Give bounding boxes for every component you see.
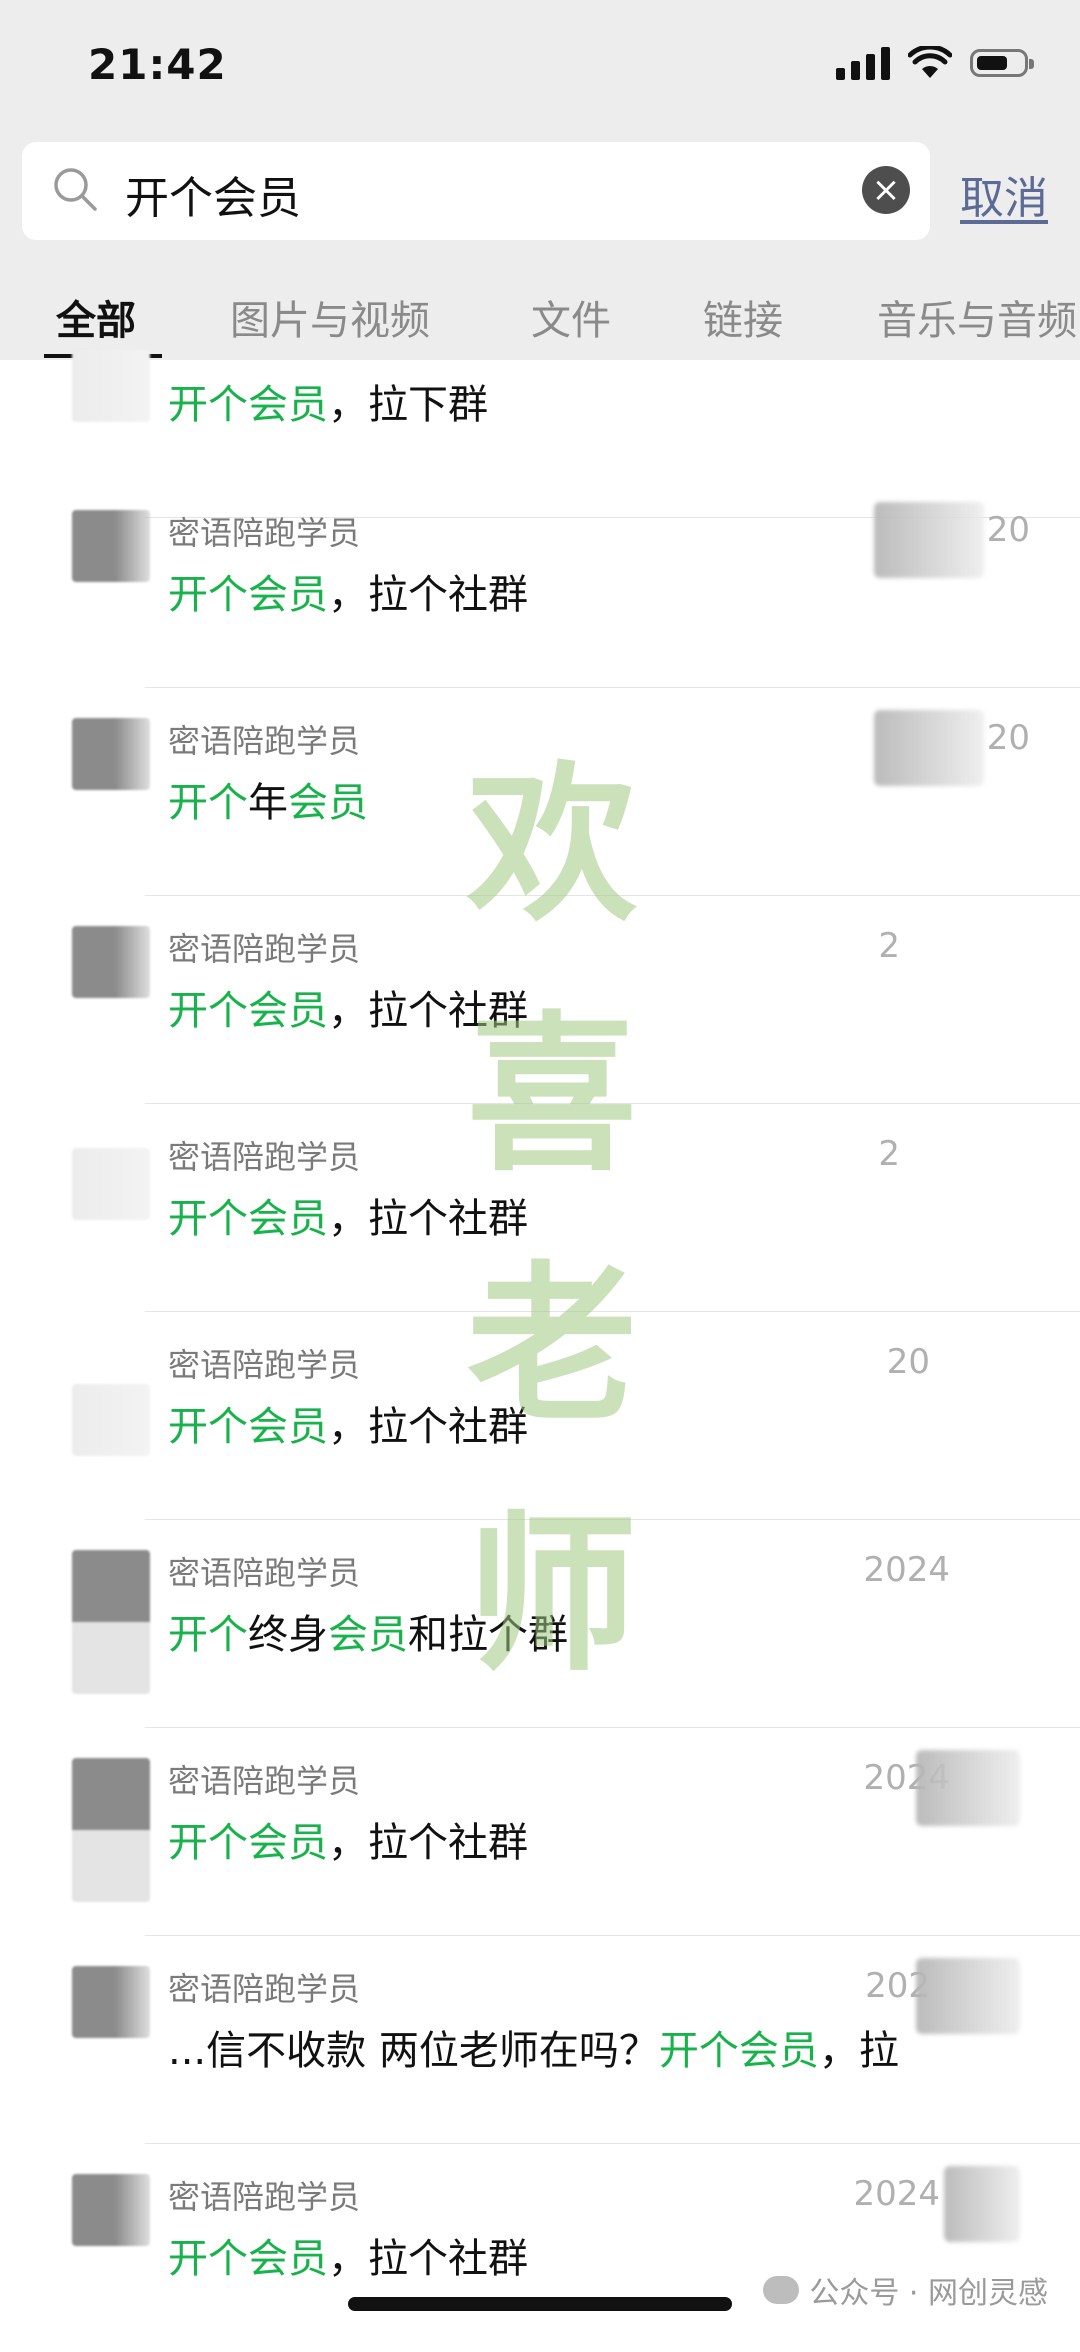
cellular-signal-icon bbox=[836, 46, 890, 80]
message-snippet: ...信不收款 两位老师在吗？开个会员，拉 bbox=[168, 2028, 899, 2074]
list-item[interactable]: 密语陪跑学员 开个会员，拉个社群 20 bbox=[0, 480, 1080, 688]
message-snippet: 开个年会员 bbox=[168, 780, 368, 826]
avatar bbox=[72, 2174, 150, 2246]
list-item[interactable]: 密语陪跑学员 开个会员，拉个社群 2 bbox=[0, 1104, 1080, 1312]
message-date: 2024 bbox=[853, 2174, 940, 2214]
sender-name: 密语陪跑学员 bbox=[168, 514, 361, 552]
message-date: 2024 bbox=[863, 1550, 950, 1590]
avatar bbox=[72, 1758, 150, 1902]
redacted-block bbox=[944, 2166, 1020, 2242]
avatar bbox=[72, 1966, 150, 2038]
redacted-block bbox=[874, 502, 984, 578]
message-snippet: 开个会员，拉个社群 bbox=[168, 1404, 528, 1450]
message-snippet: 开个会员，拉个社群 bbox=[168, 572, 528, 618]
avatar bbox=[72, 1550, 150, 1694]
message-date: 2 bbox=[878, 926, 900, 966]
list-item[interactable]: 密语陪跑学员 开个年会员 20 bbox=[0, 688, 1080, 896]
status-icons bbox=[836, 46, 1034, 80]
list-item[interactable]: 密语陪跑学员 开个会员，拉个社群 2024 bbox=[0, 1728, 1080, 1936]
sender-name: 密语陪跑学员 bbox=[168, 1346, 361, 1384]
avatar bbox=[72, 350, 150, 422]
clear-icon[interactable]: × bbox=[862, 166, 910, 214]
list-item[interactable]: 密语陪跑学员 开个会员，拉个社群 2024 bbox=[0, 2144, 1080, 2352]
avatar bbox=[72, 1384, 150, 1456]
message-date: 20 bbox=[986, 718, 1030, 758]
message-date: 20 bbox=[986, 510, 1030, 550]
home-indicator[interactable] bbox=[348, 2297, 732, 2311]
sender-name: 密语陪跑学员 bbox=[168, 930, 361, 968]
list-item[interactable]: 密语陪跑学员 ...信不收款 两位老师在吗？开个会员，拉 202 bbox=[0, 1936, 1080, 2144]
message-snippet: 开个终身会员和拉个群 bbox=[168, 1612, 568, 1658]
message-date: 20 bbox=[886, 1342, 930, 1382]
avatar bbox=[72, 718, 150, 790]
avatar bbox=[72, 1148, 150, 1220]
sender-name: 密语陪跑学员 bbox=[168, 1554, 361, 1592]
message-date: 2 bbox=[878, 1134, 900, 1174]
list-item[interactable]: 密语陪跑学员 开个会员，拉个社群 2 bbox=[0, 896, 1080, 1104]
redacted-block bbox=[916, 1750, 1020, 1826]
wifi-icon bbox=[908, 46, 952, 78]
search-icon bbox=[54, 168, 97, 211]
avatar bbox=[72, 510, 150, 582]
sender-name: 密语陪跑学员 bbox=[168, 722, 361, 760]
list-item[interactable]: 密语陪跑学员 开个终身会员和拉个群 2024 bbox=[0, 1520, 1080, 1728]
message-snippet: 开个会员，拉个社群 bbox=[168, 988, 528, 1034]
sender-name: 密语陪跑学员 bbox=[168, 2178, 361, 2216]
cancel-button[interactable]: 取消 bbox=[960, 162, 1048, 226]
search-input[interactable]: 开个会员 bbox=[125, 162, 301, 226]
message-snippet: 开个会员，拉个社群 bbox=[168, 1820, 528, 1866]
message-snippet: 开个会员，拉个社群 bbox=[168, 2236, 528, 2282]
message-snippet: 开个会员，拉下群 bbox=[168, 382, 488, 428]
status-time: 21:42 bbox=[88, 40, 227, 89]
search-bar[interactable]: 开个会员 × bbox=[22, 142, 930, 240]
battery-icon bbox=[970, 49, 1034, 77]
wechat-icon bbox=[763, 2276, 800, 2304]
credit-text: 公众号 · 网创灵感 bbox=[809, 2276, 1048, 2311]
sender-name: 密语陪跑学员 bbox=[168, 1138, 361, 1176]
header: 21:42 开个会员 × 取消 全部 图片与视频 文件 链接 音乐与音频 bbox=[0, 0, 1080, 360]
message-snippet: 开个会员，拉个社群 bbox=[168, 1196, 528, 1242]
list-item[interactable]: 密语陪跑学员 开个会员，拉个社群 20 bbox=[0, 1312, 1080, 1520]
sender-name: 密语陪跑学员 bbox=[168, 1762, 361, 1800]
redacted-block bbox=[916, 1958, 1020, 2034]
source-credit: 公众号 · 网创灵感 bbox=[763, 2268, 1048, 2312]
avatar bbox=[72, 926, 150, 998]
sender-name: 密语陪跑学员 bbox=[168, 1970, 361, 2008]
redacted-block bbox=[874, 710, 984, 786]
